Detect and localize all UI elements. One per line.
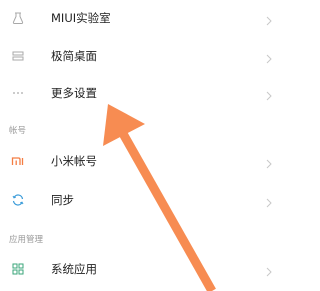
settings-item-label: 极简桌面 bbox=[51, 49, 97, 63]
settings-item-miui-lab[interactable]: MIUI实验室 bbox=[0, 0, 288, 36]
settings-item-label: MIUI实验室 bbox=[51, 11, 111, 25]
chevron-right-icon bbox=[263, 263, 275, 277]
apps-grid-icon bbox=[11, 262, 25, 276]
settings-item-label: 小米帐号 bbox=[51, 154, 97, 168]
settings-item-label: 系统应用 bbox=[51, 262, 97, 276]
more-dots-icon bbox=[11, 86, 25, 100]
chevron-right-icon bbox=[263, 87, 275, 101]
minimal-desktop-icon bbox=[11, 49, 25, 63]
flask-icon bbox=[11, 11, 25, 25]
settings-item-system-apps[interactable]: 系统应用 bbox=[0, 251, 288, 287]
settings-item-label: 更多设置 bbox=[51, 86, 97, 100]
section-header-account: 帐号 bbox=[9, 126, 27, 136]
chevron-right-icon bbox=[263, 50, 275, 64]
chevron-right-icon bbox=[263, 194, 275, 208]
chevron-right-icon bbox=[263, 155, 275, 169]
settings-item-more-settings[interactable]: 更多设置 bbox=[0, 75, 288, 111]
chevron-right-icon bbox=[263, 12, 275, 26]
section-header-apps: 应用管理 bbox=[9, 235, 44, 245]
sync-icon bbox=[11, 193, 25, 207]
settings-item-label: 同步 bbox=[51, 193, 74, 207]
settings-item-minimal-desktop[interactable]: 极简桌面 bbox=[0, 38, 288, 74]
settings-item-mi-account[interactable]: 小米帐号 bbox=[0, 143, 288, 179]
mi-logo-icon bbox=[11, 154, 25, 168]
settings-item-sync[interactable]: 同步 bbox=[0, 182, 288, 218]
